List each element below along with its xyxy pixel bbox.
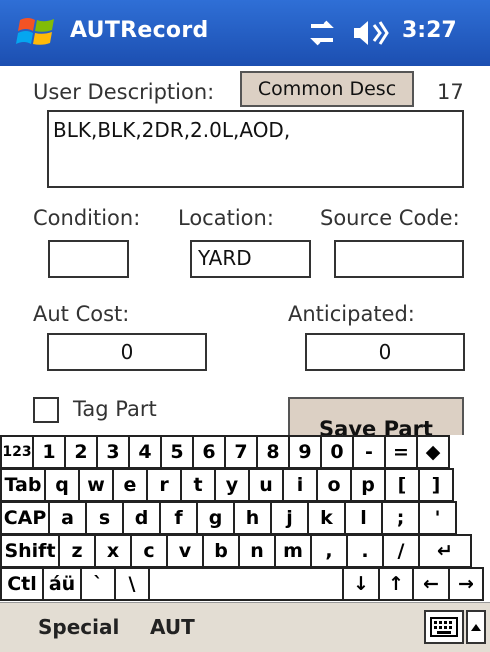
key-x[interactable]: x [94, 534, 132, 568]
source-code-label: Source Code: [320, 206, 460, 230]
key-down-arrow[interactable]: ↓ [342, 567, 380, 601]
key-w[interactable]: w [78, 468, 114, 502]
description-value: BLK,BLK,2DR,2.0L,AOD, [53, 118, 291, 142]
speaker-icon[interactable] [350, 16, 394, 50]
key-y[interactable]: y [214, 468, 250, 502]
key-j[interactable]: j [270, 501, 309, 535]
key-c[interactable]: c [130, 534, 168, 568]
key-3[interactable]: 3 [96, 435, 130, 469]
key-equals[interactable]: = [384, 435, 418, 469]
key-minus[interactable]: - [352, 435, 386, 469]
key-6[interactable]: 6 [192, 435, 226, 469]
key-g[interactable]: g [196, 501, 235, 535]
key-v[interactable]: v [166, 534, 204, 568]
key-f[interactable]: f [159, 501, 198, 535]
key-d[interactable]: d [122, 501, 161, 535]
key-h[interactable]: h [233, 501, 272, 535]
key-l[interactable]: l [344, 501, 383, 535]
tag-part-checkbox[interactable] [33, 397, 59, 423]
anticipated-field[interactable]: 0 [305, 333, 465, 371]
soft-keyboard: 123 1 2 3 4 5 6 7 8 9 0 - = ◆ Tab q w e … [0, 435, 490, 602]
key-9[interactable]: 9 [288, 435, 322, 469]
key-backslash[interactable]: \ [114, 567, 150, 601]
key-123[interactable]: 123 [0, 435, 34, 469]
key-q[interactable]: q [44, 468, 80, 502]
key-m[interactable]: m [274, 534, 312, 568]
key-enter[interactable]: ↵ [418, 534, 472, 568]
app-title: AUTRecord [70, 18, 209, 43]
location-field[interactable]: YARD [190, 240, 311, 278]
key-space[interactable] [148, 567, 344, 601]
title-bar: AUTRecord 3:27 [0, 0, 490, 66]
key-i[interactable]: i [282, 468, 318, 502]
key-0[interactable]: 0 [320, 435, 354, 469]
description-textarea[interactable]: BLK,BLK,2DR,2.0L,AOD, [47, 110, 464, 188]
key-right-bracket[interactable]: ] [418, 468, 454, 502]
key-slash[interactable]: / [382, 534, 420, 568]
keyboard-icon[interactable] [424, 610, 464, 644]
up-arrow-icon[interactable] [466, 610, 486, 644]
key-accents[interactable]: áü [42, 567, 82, 601]
key-backspace[interactable]: ◆ [416, 435, 450, 469]
location-label: Location: [178, 206, 274, 230]
clock: 3:27 [402, 18, 457, 43]
key-k[interactable]: k [307, 501, 346, 535]
tag-part-label: Tag Part [73, 397, 157, 421]
key-comma[interactable]: , [310, 534, 348, 568]
aut-cost-field[interactable]: 0 [47, 333, 207, 371]
char-count: 17 [437, 80, 464, 104]
key-7[interactable]: 7 [224, 435, 258, 469]
key-quote[interactable]: ' [418, 501, 457, 535]
key-right-arrow[interactable]: → [448, 567, 484, 601]
key-u[interactable]: u [248, 468, 284, 502]
key-p[interactable]: p [350, 468, 386, 502]
key-caps[interactable]: CAP [0, 501, 50, 535]
anticipated-label: Anticipated: [288, 302, 415, 326]
key-tab[interactable]: Tab [0, 468, 46, 502]
key-e[interactable]: e [112, 468, 148, 502]
key-n[interactable]: n [238, 534, 276, 568]
key-ctrl[interactable]: Ctl [0, 567, 44, 601]
key-8[interactable]: 8 [256, 435, 290, 469]
key-period[interactable]: . [346, 534, 384, 568]
key-4[interactable]: 4 [128, 435, 162, 469]
key-2[interactable]: 2 [64, 435, 98, 469]
key-1[interactable]: 1 [32, 435, 66, 469]
key-semicolon[interactable]: ; [381, 501, 420, 535]
connectivity-icon[interactable] [305, 16, 339, 50]
aut-cost-label: Aut Cost: [33, 302, 130, 326]
key-t[interactable]: t [180, 468, 216, 502]
source-code-field[interactable] [334, 240, 464, 278]
key-b[interactable]: b [202, 534, 240, 568]
key-5[interactable]: 5 [160, 435, 194, 469]
condition-field[interactable] [48, 240, 129, 278]
key-o[interactable]: o [316, 468, 352, 502]
menu-bar: Special AUT [0, 602, 490, 652]
key-shift[interactable]: Shift [0, 534, 60, 568]
windows-start-icon[interactable] [16, 12, 58, 54]
common-desc-button[interactable]: Common Desc [240, 71, 414, 107]
key-z[interactable]: z [58, 534, 96, 568]
key-r[interactable]: r [146, 468, 182, 502]
key-up-arrow[interactable]: ↑ [378, 567, 414, 601]
key-backtick[interactable]: ` [80, 567, 116, 601]
user-description-label: User Description: [33, 80, 215, 104]
aut-menu[interactable]: AUT [150, 615, 195, 639]
key-s[interactable]: s [85, 501, 124, 535]
key-left-arrow[interactable]: ← [412, 567, 450, 601]
condition-label: Condition: [33, 206, 141, 230]
special-menu[interactable]: Special [38, 615, 119, 639]
key-a[interactable]: a [48, 501, 87, 535]
key-left-bracket[interactable]: [ [384, 468, 420, 502]
